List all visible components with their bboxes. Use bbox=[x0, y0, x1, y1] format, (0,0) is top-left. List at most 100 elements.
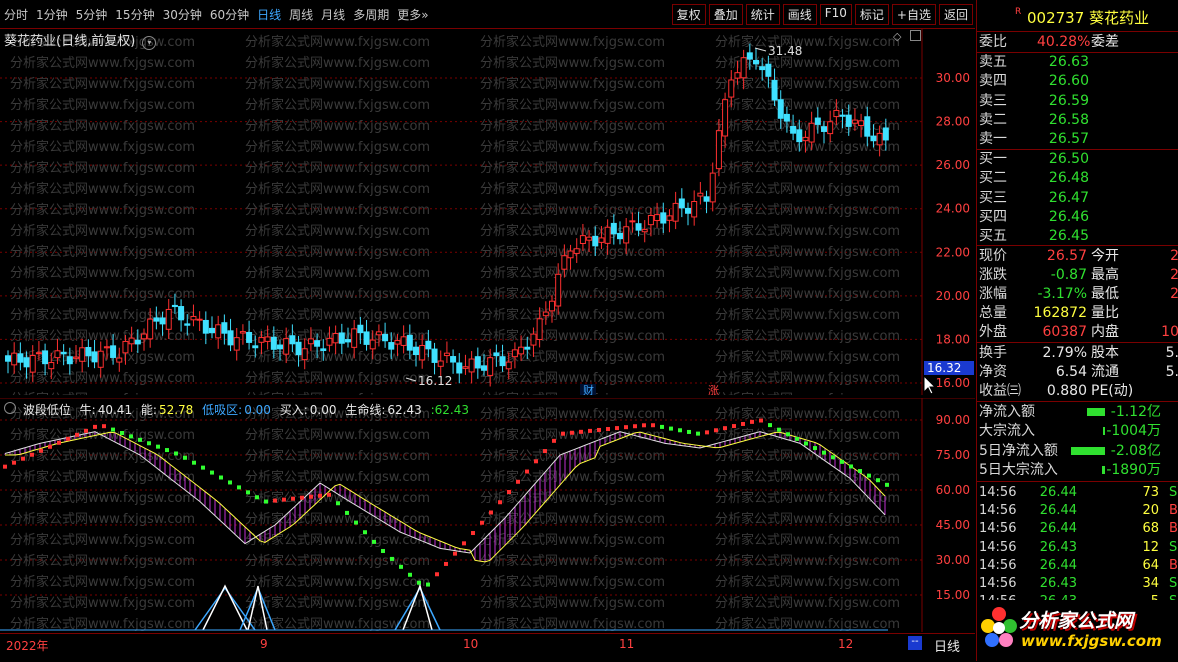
weicha-label: 委差 bbox=[1091, 34, 1119, 50]
tick-volume: 68 bbox=[1142, 521, 1159, 537]
timeframe-7[interactable]: 周线 bbox=[289, 6, 313, 23]
tool-button-1[interactable]: 叠加 bbox=[708, 4, 743, 25]
watermark-text: 分析家公式网www.fxjgsw.com bbox=[10, 595, 195, 611]
candle-body bbox=[573, 248, 580, 254]
candle-body bbox=[641, 229, 648, 233]
timeframe-6[interactable]: 日线 bbox=[257, 6, 281, 23]
watermark-text: 分析家公式网www.fxjgsw.com bbox=[245, 34, 430, 50]
life-dot bbox=[813, 446, 817, 451]
tool-button-6[interactable]: +自选 bbox=[891, 4, 936, 25]
quote-value: -0.87 bbox=[1050, 267, 1087, 283]
watermark-text: 分析家公式网www.fxjgsw.com bbox=[10, 427, 195, 443]
timeframe-4[interactable]: 30分钟 bbox=[163, 6, 202, 23]
watermark-text: 分析家公式网www.fxjgsw.com bbox=[480, 391, 665, 395]
watermark-text: 分析家公式网www.fxjgsw.com bbox=[10, 118, 195, 134]
watermark-text: 分析家公式网www.fxjgsw.com bbox=[10, 328, 195, 344]
timeframe-10[interactable]: 更多» bbox=[397, 6, 428, 23]
flow-value: -1004万 bbox=[1106, 423, 1161, 440]
quote-value-2: 2 bbox=[1170, 267, 1178, 283]
price-tick-label: 24.00 bbox=[936, 202, 970, 216]
life-dot bbox=[687, 429, 691, 434]
timeframe-3[interactable]: 15分钟 bbox=[115, 6, 154, 23]
candle-body bbox=[592, 235, 599, 247]
life-dot bbox=[444, 561, 448, 566]
period-label[interactable]: 日线 bbox=[934, 636, 960, 655]
candle-body bbox=[672, 202, 679, 222]
tool-button-0[interactable]: 复权 bbox=[671, 4, 706, 25]
life-dot bbox=[489, 510, 493, 515]
diamond-icon[interactable]: ◇ bbox=[893, 30, 901, 43]
candle-body bbox=[660, 212, 667, 224]
watermark-text: 分析家公式网www.fxjgsw.com bbox=[245, 448, 430, 464]
tick-price: 26.43 bbox=[1039, 576, 1077, 591]
indicator-tick-label: 60.00 bbox=[936, 483, 970, 497]
bids-label: 买三 bbox=[979, 189, 1007, 206]
life-dot bbox=[390, 556, 394, 561]
timeframe-5[interactable]: 60分钟 bbox=[210, 6, 249, 23]
tick-volume: 34 bbox=[1142, 576, 1159, 591]
indicator-tick-label: 15.00 bbox=[936, 588, 970, 602]
tick-time: 14:56 bbox=[979, 503, 1017, 519]
candle-body bbox=[536, 318, 543, 340]
candle-body bbox=[468, 358, 475, 373]
candle-body bbox=[870, 135, 877, 142]
close-icon[interactable] bbox=[910, 30, 921, 41]
timeframe-8[interactable]: 月线 bbox=[321, 6, 345, 23]
marker-zhang-text[interactable]: 涨 bbox=[708, 384, 719, 395]
asks-label: 卖一 bbox=[979, 131, 1007, 148]
watermark-text: 分析家公式网www.fxjgsw.com bbox=[10, 265, 195, 281]
life-dot bbox=[57, 440, 61, 445]
candlestick-chart[interactable]: 30.00 28.00 26.00 24.00 22.00 20.00 18.00 16.00… bbox=[0, 28, 975, 395]
life-dot bbox=[111, 427, 115, 432]
tool-button-5[interactable]: 标记 bbox=[854, 4, 889, 25]
niu-value: 40.41 bbox=[97, 403, 133, 417]
candle-body bbox=[270, 336, 277, 350]
quote-label-2: 内盘 bbox=[1091, 324, 1119, 340]
gear-icon[interactable] bbox=[4, 402, 16, 414]
indicator-tick-label: 30.00 bbox=[936, 553, 970, 567]
life-dot bbox=[624, 425, 628, 430]
candle-body bbox=[604, 226, 611, 244]
life-dot bbox=[192, 460, 196, 465]
indicator-name: 波段低位 bbox=[22, 403, 71, 417]
tool-button-2[interactable]: 统计 bbox=[745, 4, 780, 25]
tool-button-3[interactable]: 画线 bbox=[782, 4, 817, 25]
indicator-tick-label: 90.00 bbox=[936, 413, 970, 427]
candle-body bbox=[196, 318, 203, 321]
candle-body bbox=[252, 345, 259, 349]
site-logo: 分析家公式网 www.fxjgsw.com bbox=[977, 600, 1178, 661]
timeframe-2[interactable]: 5分钟 bbox=[76, 6, 108, 23]
life-dot bbox=[840, 459, 844, 464]
quote-row: 总量 162872 量比 bbox=[977, 304, 1178, 323]
timeframe-9[interactable]: 多周期 bbox=[353, 6, 389, 23]
tool-button-7[interactable]: 返回 bbox=[938, 4, 973, 25]
candle-body bbox=[332, 333, 339, 344]
quote-row: 现价 26.57 今开 2 bbox=[977, 247, 1178, 266]
tick-side: B bbox=[1169, 521, 1178, 537]
candle-body bbox=[289, 335, 296, 345]
life-dot bbox=[291, 496, 295, 501]
scroll-button[interactable]: -- bbox=[908, 636, 922, 650]
bids-row: 买三 26.47 bbox=[977, 189, 1178, 208]
fund-value-2: 5. bbox=[1165, 345, 1178, 361]
indicator-chart[interactable]: 90.00 75.00 60.00 45.00 30.00 15.00 分析家公式网www.… bbox=[0, 398, 975, 632]
candle-body bbox=[876, 132, 883, 146]
chevron-down-icon[interactable]: ▾ bbox=[142, 36, 157, 50]
quote-label-2: 量比 bbox=[1091, 305, 1119, 321]
tool-button-4[interactable]: F10 bbox=[819, 4, 852, 25]
watermark-text: 分析家公式网www.fxjgsw.com bbox=[245, 118, 430, 134]
timeframe-0[interactable]: 分时 bbox=[4, 6, 28, 23]
life-dot bbox=[561, 431, 565, 436]
watermark-text: 分析家公式网www.fxjgsw.com bbox=[715, 181, 900, 197]
life-dot bbox=[255, 495, 259, 500]
indicator-tick-label: 75.00 bbox=[936, 448, 970, 462]
current-price-text: 16.32 bbox=[927, 361, 961, 375]
timeframe-1[interactable]: 1分钟 bbox=[36, 6, 68, 23]
watermark-text: 分析家公式网www.fxjgsw.com bbox=[715, 532, 900, 548]
date-label-sep: 9 bbox=[260, 637, 268, 651]
asks-label: 卖五 bbox=[979, 54, 1007, 70]
bids-row: 买五 26.45 bbox=[977, 227, 1178, 246]
life-dot bbox=[309, 494, 313, 499]
watermark-text: 分析家公式网www.fxjgsw.com bbox=[10, 55, 195, 71]
tick-row: 14:56 26.44 68 B bbox=[977, 519, 1178, 538]
